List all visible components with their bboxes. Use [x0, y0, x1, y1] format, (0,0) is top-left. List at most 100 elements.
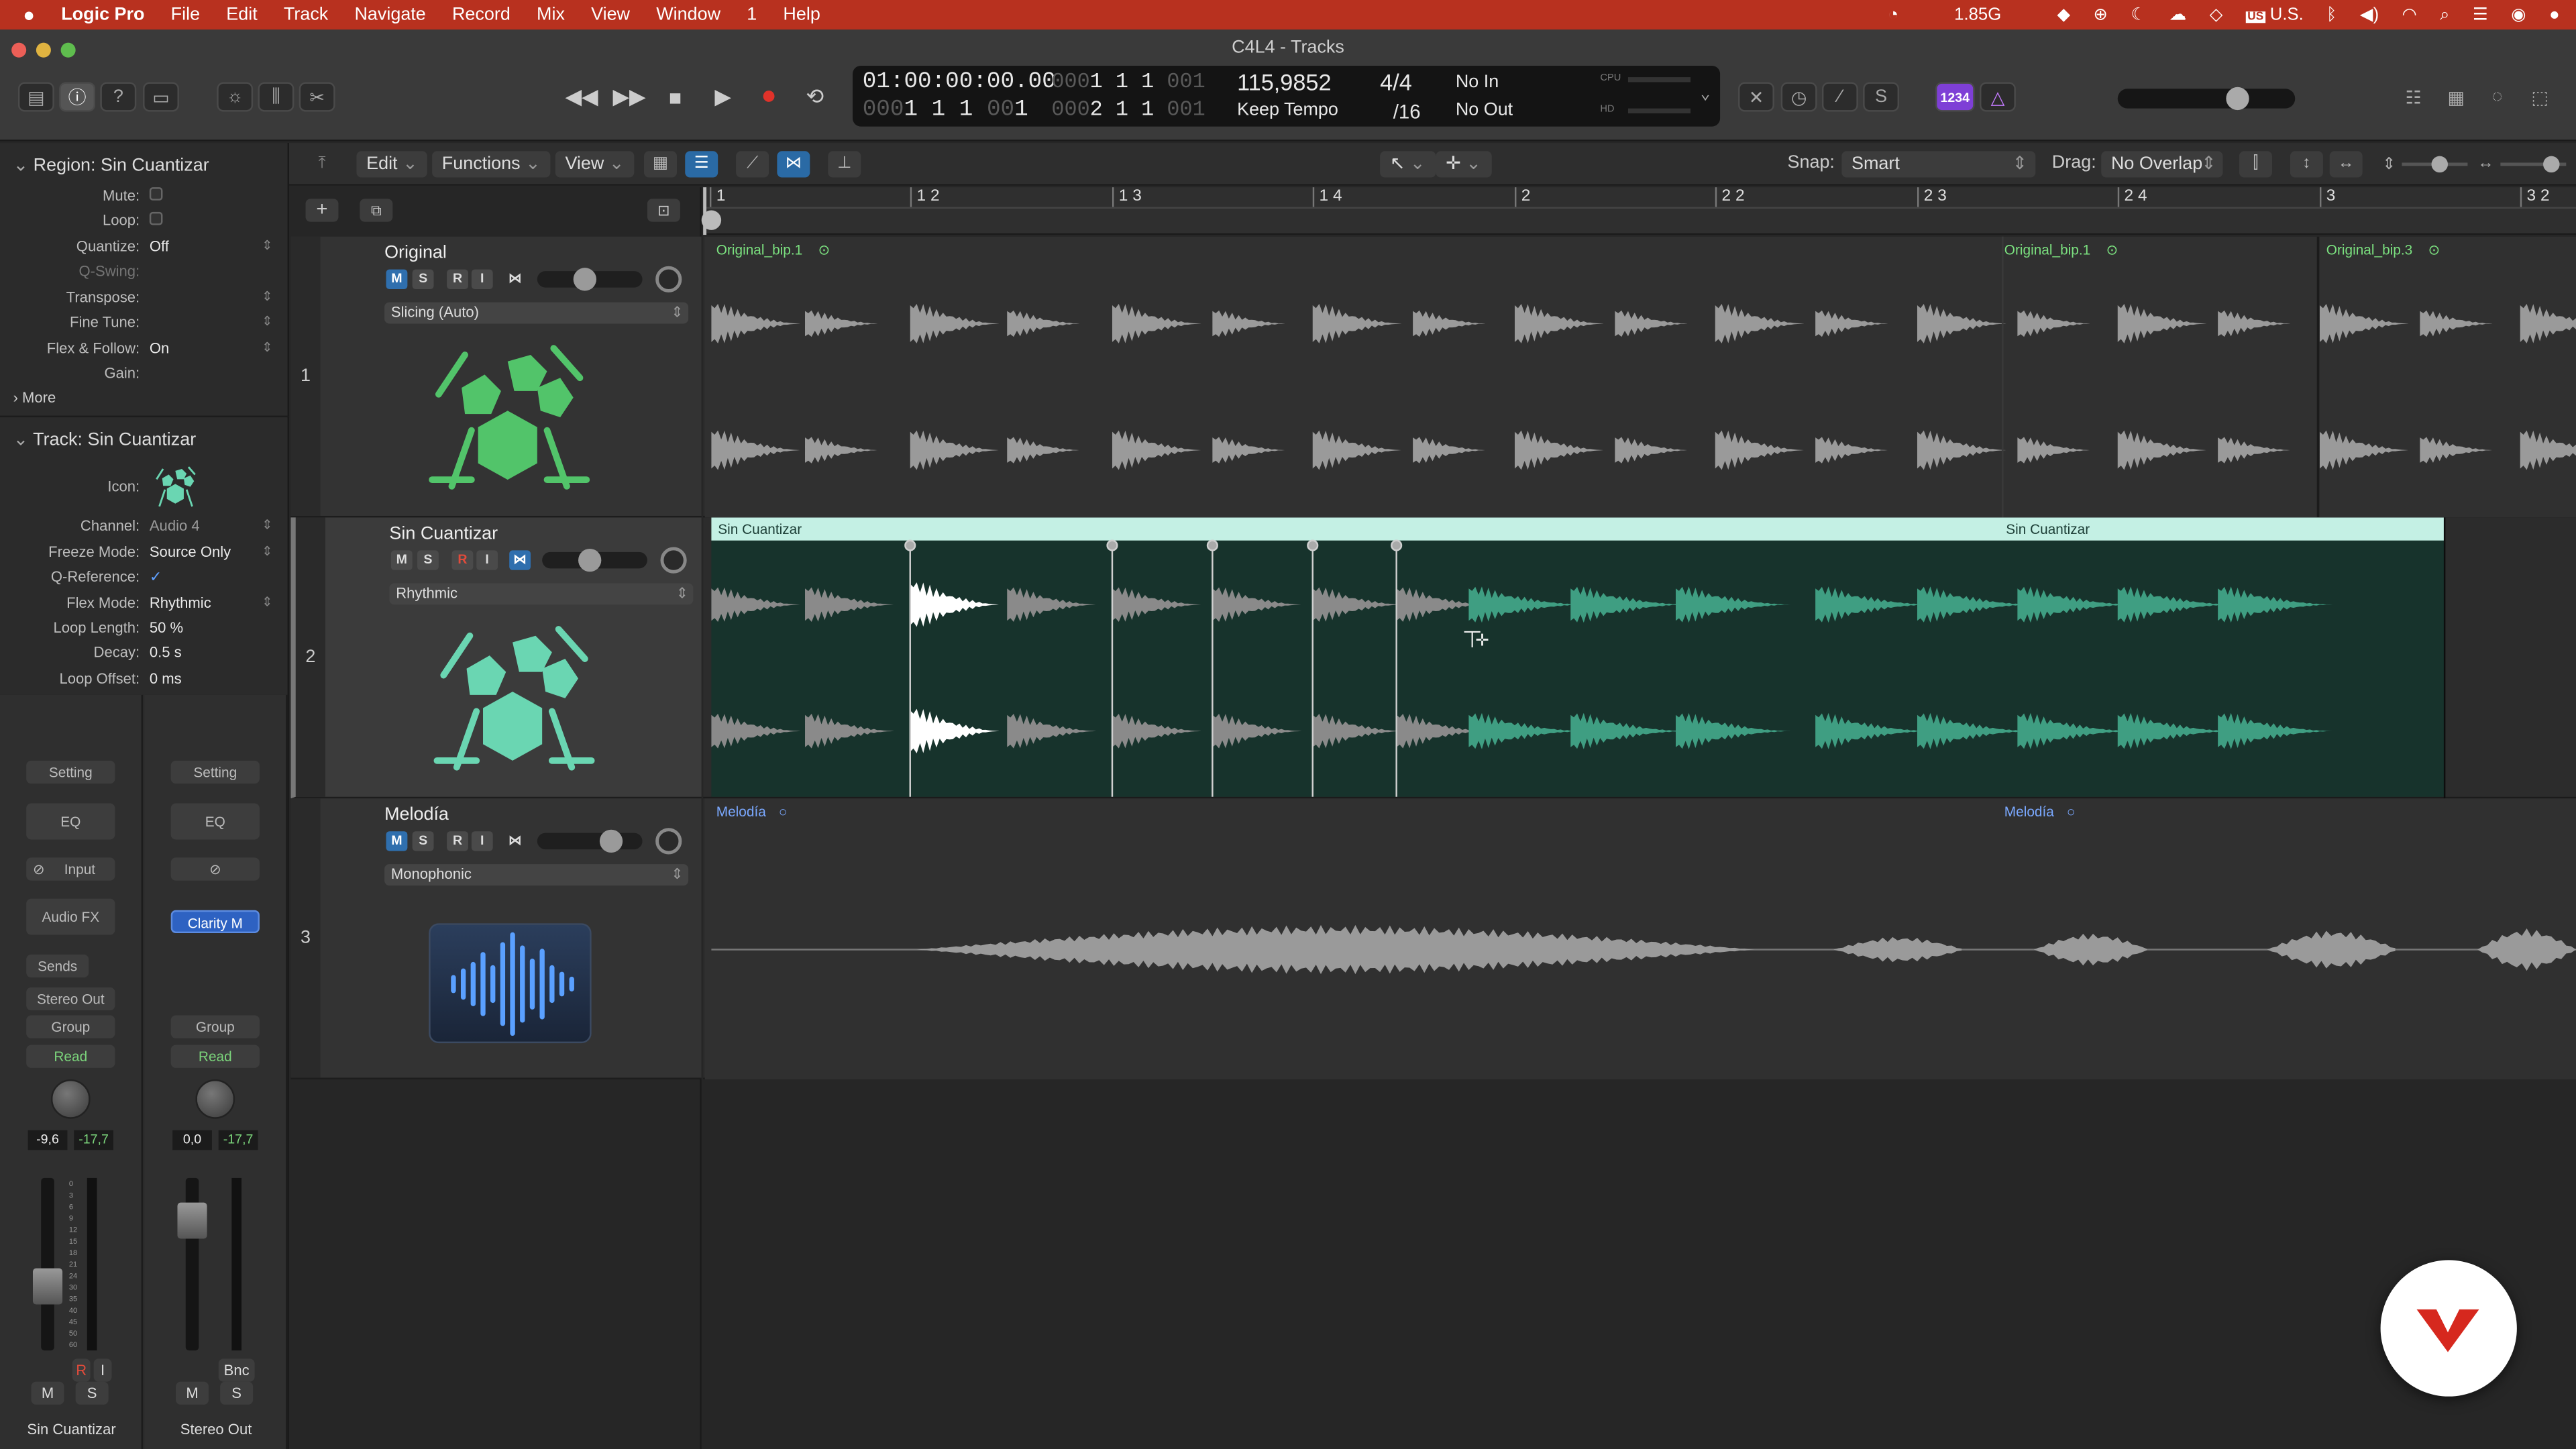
- volume-fader[interactable]: [32, 1177, 63, 1351]
- duplicate-track-icon[interactable]: ⧉: [360, 199, 393, 222]
- list-view-icon[interactable]: ☰: [685, 151, 718, 178]
- more-disclosure[interactable]: › More: [13, 389, 303, 414]
- volume-readout[interactable]: 0,0: [172, 1130, 212, 1150]
- param-loop-length[interactable]: Loop Length: 50 %: [0, 619, 289, 644]
- volume-readout[interactable]: -9,6: [28, 1130, 68, 1150]
- q-reference-checkbox[interactable]: ✓: [150, 568, 162, 586]
- region-label[interactable]: Original_bip.1: [716, 241, 802, 258]
- count-in-button[interactable]: 1234: [1935, 82, 1975, 112]
- solo-button[interactable]: S: [412, 269, 434, 290]
- fast-forward-icon[interactable]: ▶▶: [610, 80, 649, 113]
- playhead-handle[interactable]: [701, 210, 722, 230]
- functions-menu[interactable]: Functions ⌄: [432, 151, 551, 178]
- bar-ruler[interactable]: 1 1 2 1 3 1 4 2 2 2 2 3 2 4 3 3 2: [701, 187, 2576, 235]
- quick-help-icon[interactable]: ?: [100, 82, 137, 112]
- track-name[interactable]: Original: [384, 243, 447, 262]
- horizontal-fit-icon[interactable]: ↔: [2329, 151, 2363, 178]
- lcd-dropdown-icon[interactable]: ⌄: [1701, 85, 1711, 105]
- moon-icon[interactable]: ☾: [2131, 5, 2146, 24]
- secondary-tool-menu[interactable]: ✛ ⌄: [1436, 151, 1491, 178]
- snap-select[interactable]: Smart ⇕: [1841, 151, 2036, 178]
- record-enable-button[interactable]: R: [447, 831, 468, 851]
- region-label[interactable]: Melodía: [2004, 804, 2054, 820]
- cycle-icon[interactable]: ⟲: [795, 80, 835, 113]
- volume-knob[interactable]: [573, 268, 596, 291]
- pan-knob[interactable]: [660, 547, 687, 574]
- grid-view-icon[interactable]: ▦: [644, 151, 677, 178]
- strip-name[interactable]: Stereo Out: [145, 1421, 288, 1437]
- volume-fader[interactable]: [177, 1177, 207, 1351]
- eq-button[interactable]: EQ: [26, 803, 115, 840]
- mute-button[interactable]: M: [176, 1381, 209, 1405]
- volume-slider[interactable]: [537, 268, 643, 291]
- melody-region-waveform[interactable]: [703, 798, 2576, 1079]
- loop-checkbox[interactable]: [149, 211, 163, 225]
- menu-edit[interactable]: Edit: [213, 5, 271, 24]
- region-label[interactable]: Sin Cuantizar: [718, 521, 802, 537]
- peak-readout[interactable]: -17,7: [218, 1130, 258, 1150]
- param-transpose[interactable]: Transpose: ⇕: [0, 289, 289, 314]
- input-monitor-button[interactable]: I: [476, 550, 498, 570]
- input-monitor-button[interactable]: I: [471, 269, 493, 290]
- horizontal-zoom-slider[interactable]: [2500, 156, 2567, 173]
- replace-icon[interactable]: ✕: [1738, 82, 1774, 112]
- waveform-zoom-icon[interactable]: ⫿: [2239, 151, 2272, 178]
- global-tracks-icon[interactable]: ⊡: [647, 199, 680, 222]
- apple-menu-icon[interactable]: ●: [0, 3, 48, 26]
- flex-toggle-icon[interactable]: ⋈: [509, 550, 531, 570]
- volume-slider[interactable]: [537, 829, 643, 853]
- param-flex-follow[interactable]: Flex & Follow: On ⇕: [0, 340, 289, 365]
- dropbox-icon[interactable]: ◆: [2057, 5, 2070, 24]
- original-region-waveform[interactable]: [703, 236, 2576, 518]
- eq-button[interactable]: EQ: [170, 803, 260, 840]
- mute-checkbox[interactable]: [149, 187, 163, 201]
- menu-view[interactable]: View: [578, 5, 643, 24]
- flex-region-waveform[interactable]: [703, 517, 2576, 799]
- rewind-icon[interactable]: ◀◀: [562, 80, 602, 113]
- track-name[interactable]: Sin Cuantizar: [389, 524, 498, 543]
- play-icon[interactable]: ▶: [703, 80, 743, 113]
- flex-mode-select[interactable]: Monophonic ⇕: [384, 864, 689, 886]
- group-button[interactable]: Group: [170, 1015, 260, 1038]
- inspector-icon[interactable]: ⓘ: [59, 82, 96, 112]
- list-editors-icon[interactable]: ☷: [2396, 82, 2432, 111]
- setting-button[interactable]: Setting: [26, 760, 115, 784]
- param-fine-tune[interactable]: Fine Tune: ⇕: [0, 314, 289, 339]
- lcd-display[interactable]: 01:00:00:00.00 0001 1 1 001 0001 1 1 001…: [853, 65, 1721, 127]
- param-quantize[interactable]: Quantize: Off ⇕: [0, 238, 289, 263]
- balance-knob[interactable]: [195, 1079, 235, 1119]
- input-source[interactable]: US U.S.: [2245, 5, 2304, 25]
- menu-window[interactable]: Window: [643, 5, 734, 24]
- toolbar-icon[interactable]: ▭: [143, 82, 179, 112]
- track-header-1[interactable]: 1 Original M S R I ⋈ Slicing (Auto) ⇕: [290, 236, 702, 518]
- pointer-tool-menu[interactable]: ↖ ⌄: [1380, 151, 1436, 178]
- menu-help[interactable]: Help: [770, 5, 834, 24]
- link-icon[interactable]: ⊘: [170, 857, 260, 881]
- notepad-icon[interactable]: ▦: [2438, 82, 2474, 111]
- param-channel[interactable]: Channel: Audio 4 ⇕: [0, 517, 289, 542]
- user-icon[interactable]: ●: [2549, 5, 2560, 24]
- volume-knob[interactable]: [599, 829, 623, 853]
- plugin-slot-clarity[interactable]: Clarity M: [170, 910, 260, 934]
- track-inspector-header[interactable]: ⌄ Track: Sin Cuantizar: [0, 425, 289, 455]
- param-q-reference[interactable]: Q-Reference: ✓: [0, 568, 289, 593]
- vertical-zoom-slider[interactable]: [2402, 156, 2468, 173]
- peak-readout[interactable]: -17,7: [74, 1130, 113, 1150]
- menu-track[interactable]: Track: [270, 5, 341, 24]
- menu-record[interactable]: Record: [439, 5, 523, 24]
- record-icon[interactable]: ●: [749, 80, 789, 113]
- track-icon-picker[interactable]: [153, 465, 199, 508]
- library-icon[interactable]: ▤: [17, 82, 54, 112]
- stop-icon[interactable]: ■: [655, 80, 695, 113]
- activity-icon[interactable]: ◔: [1888, 5, 1898, 24]
- sends-slot[interactable]: Sends: [26, 954, 89, 978]
- automation-icon[interactable]: ⟋: [736, 151, 769, 178]
- pan-knob[interactable]: [655, 266, 682, 292]
- vpn-icon[interactable]: ◇: [2210, 5, 2223, 24]
- pan-knob[interactable]: [655, 828, 682, 855]
- mute-button[interactable]: M: [31, 1381, 64, 1405]
- metronome-icon[interactable]: △: [1980, 82, 2016, 112]
- track-name[interactable]: Melodía: [384, 805, 449, 824]
- flex-mode-select[interactable]: Slicing (Auto) ⇕: [384, 302, 689, 324]
- smart-controls-icon[interactable]: ☼: [217, 82, 254, 112]
